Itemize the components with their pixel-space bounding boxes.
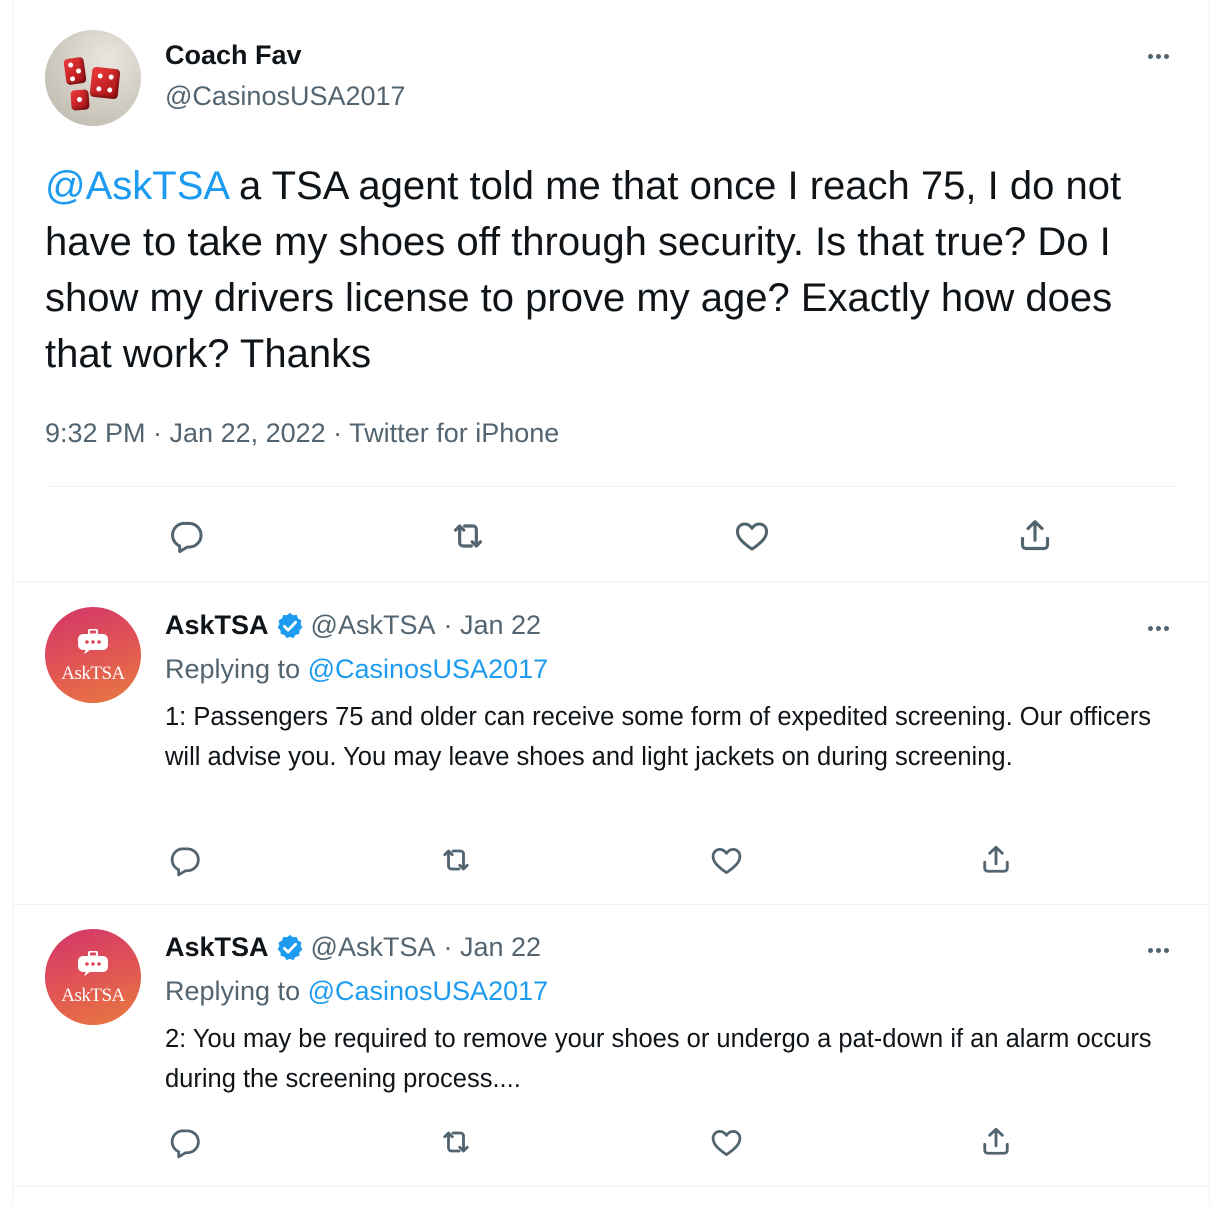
share-icon[interactable] — [976, 840, 1016, 880]
replying-prefix: Replying to — [165, 654, 308, 684]
author-name[interactable]: AskTSA — [165, 610, 269, 641]
asktsa-avatar[interactable]: AskTSA — [45, 607, 141, 703]
author-name[interactable]: Coach Fav — [165, 40, 302, 71]
retweet-icon[interactable] — [446, 514, 490, 558]
divider — [12, 581, 1210, 582]
divider — [45, 486, 1178, 487]
share-icon[interactable] — [976, 1122, 1016, 1162]
more-options-icon[interactable] — [1140, 46, 1176, 66]
divider — [12, 904, 1210, 905]
avatar-text: AskTSA — [61, 663, 125, 684]
asktsa-avatar[interactable]: AskTSA — [45, 929, 141, 1025]
reply-text: 2: You may be required to remove your sh… — [165, 1025, 1152, 1093]
reply-icon[interactable] — [164, 1122, 204, 1162]
reply-date[interactable]: · Jan 22 — [443, 610, 541, 641]
replying-to: Replying to @CasinosUSA2017 — [165, 976, 548, 1007]
retweet-icon[interactable] — [436, 840, 476, 880]
reply-header: AskTSA @AskTSA · Jan 22 — [165, 610, 541, 641]
author-handle[interactable]: @CasinosUSA2017 — [165, 81, 406, 112]
coach-fav-avatar[interactable] — [45, 30, 141, 126]
reply-icon[interactable] — [164, 514, 208, 558]
author-handle[interactable]: @AskTSA — [311, 932, 436, 963]
like-icon[interactable] — [706, 840, 746, 880]
retweet-icon[interactable] — [436, 1122, 476, 1162]
more-options-icon[interactable] — [1140, 618, 1176, 638]
tweet-timestamp[interactable]: 9:32 PM · Jan 22, 2022 · Twitter for iPh… — [45, 418, 559, 449]
mention-link[interactable]: @AskTSA — [45, 164, 228, 208]
avatar-text: AskTSA — [61, 985, 125, 1006]
replying-to-link[interactable]: @CasinosUSA2017 — [308, 654, 549, 684]
verified-badge-icon — [277, 934, 302, 960]
author-name[interactable]: AskTSA — [165, 932, 269, 963]
like-icon[interactable] — [706, 1122, 746, 1162]
verified-badge-icon — [277, 612, 302, 638]
reply-date[interactable]: · Jan 22 — [443, 932, 541, 963]
chat-bag-icon — [78, 951, 108, 977]
more-options-icon[interactable] — [1140, 940, 1176, 960]
reply-header: AskTSA @AskTSA · Jan 22 — [165, 932, 541, 963]
divider — [12, 1186, 1210, 1187]
reply-text: 1: Passengers 75 and older can receive s… — [165, 703, 1152, 771]
reply-icon[interactable] — [164, 840, 204, 880]
share-icon[interactable] — [1013, 514, 1057, 558]
chat-bag-icon — [78, 629, 108, 655]
tweet-text: @AskTSA a TSA agent told me that once I … — [45, 158, 1185, 382]
like-icon[interactable] — [730, 514, 774, 558]
replying-prefix: Replying to — [165, 976, 308, 1006]
author-handle[interactable]: @AskTSA — [311, 610, 436, 641]
replying-to-link[interactable]: @CasinosUSA2017 — [308, 976, 549, 1006]
replying-to: Replying to @CasinosUSA2017 — [165, 654, 548, 685]
